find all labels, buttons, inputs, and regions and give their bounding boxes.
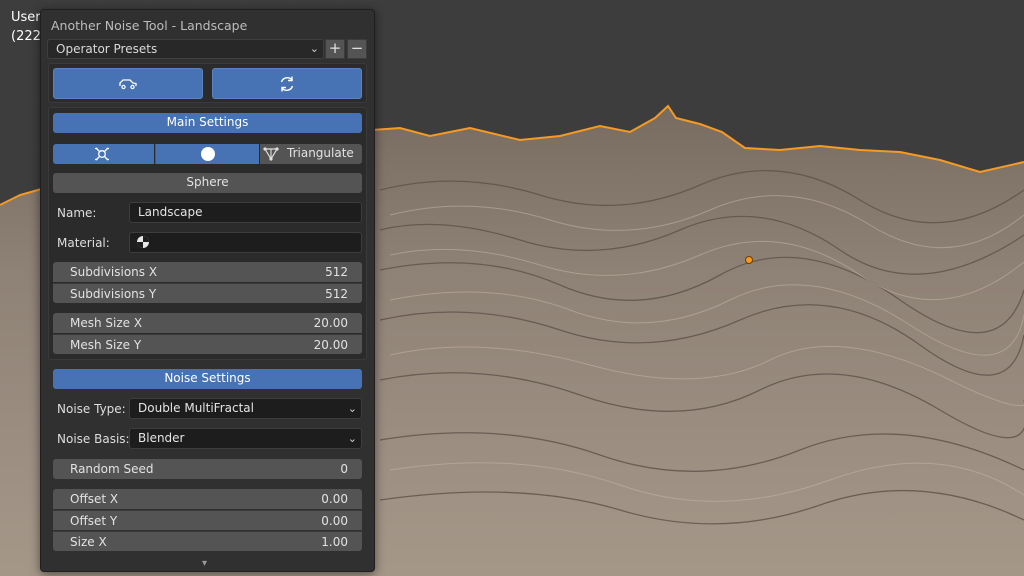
noise-type-value: Double MultiFractal bbox=[138, 401, 254, 415]
chevron-down-icon: ⌄ bbox=[347, 402, 357, 415]
offset-x-field[interactable]: Offset X 0.00 bbox=[53, 489, 362, 509]
mesh-size-y-label: Mesh Size Y bbox=[70, 338, 142, 352]
subdivisions-y-value: 512 bbox=[325, 287, 348, 301]
main-settings-tab[interactable]: Main Settings bbox=[53, 113, 362, 133]
random-seed-field[interactable]: Random Seed 0 bbox=[53, 459, 362, 479]
noise-settings-tab[interactable]: Noise Settings bbox=[53, 369, 362, 389]
remove-preset-button[interactable]: − bbox=[347, 39, 367, 59]
operator-presets-dropdown[interactable]: Operator Presets ⌄ bbox=[47, 39, 324, 59]
sphere-mode-button[interactable] bbox=[155, 144, 259, 164]
car-icon bbox=[119, 78, 137, 89]
name-field[interactable]: Landscape bbox=[129, 202, 362, 223]
offset-x-value: 0.00 bbox=[321, 492, 348, 506]
random-seed-value: 0 bbox=[340, 462, 348, 476]
subdivisions-x-field[interactable]: Subdivisions X 512 bbox=[53, 262, 362, 282]
triangulate-icon bbox=[263, 147, 279, 161]
triangulate-toggle[interactable]: Triangulate bbox=[260, 144, 362, 164]
material-icon bbox=[137, 236, 149, 248]
noise-type-dropdown[interactable]: Double MultiFractal ⌄ bbox=[129, 398, 362, 419]
chevron-down-icon: ⌄ bbox=[309, 42, 319, 55]
chevron-down-icon: ⌄ bbox=[347, 432, 357, 445]
scroll-down-indicator[interactable]: ▾ bbox=[202, 558, 207, 569]
material-label: Material: bbox=[57, 236, 110, 250]
refresh-button[interactable] bbox=[53, 68, 203, 99]
regenerate-button[interactable] bbox=[212, 68, 362, 99]
size-x-value: 1.00 bbox=[321, 535, 348, 549]
operator-presets-value: Operator Presets bbox=[56, 42, 158, 56]
offset-x-label: Offset X bbox=[70, 492, 119, 506]
landscape-mode-button[interactable] bbox=[53, 144, 154, 164]
offset-y-value: 0.00 bbox=[321, 514, 348, 528]
subdivisions-x-label: Subdivisions X bbox=[70, 265, 158, 279]
mesh-size-x-label: Mesh Size X bbox=[70, 316, 143, 330]
material-field[interactable] bbox=[129, 232, 362, 253]
subdivisions-x-value: 512 bbox=[325, 265, 348, 279]
offset-y-label: Offset Y bbox=[70, 514, 118, 528]
size-x-field[interactable]: Size X 1.00 bbox=[53, 531, 362, 551]
size-x-label: Size X bbox=[70, 535, 107, 549]
noise-basis-value: Blender bbox=[138, 431, 185, 445]
operator-panel: Another Noise Tool - Landscape Operator … bbox=[40, 9, 375, 572]
name-value: Landscape bbox=[138, 205, 203, 219]
action-buttons-box bbox=[48, 63, 367, 103]
noise-basis-label: Noise Basis: bbox=[57, 432, 130, 446]
mesh-size-x-value: 20.00 bbox=[313, 316, 348, 330]
sphere-icon bbox=[201, 147, 215, 161]
noise-type-label: Noise Type: bbox=[57, 402, 126, 416]
triangulate-label: Triangulate bbox=[287, 146, 354, 160]
random-seed-label: Random Seed bbox=[70, 462, 154, 476]
sphere-button[interactable]: Sphere bbox=[53, 173, 362, 193]
noise-basis-dropdown[interactable]: Blender ⌄ bbox=[129, 428, 362, 449]
panel-title: Another Noise Tool - Landscape bbox=[51, 18, 248, 33]
view-mode-label: User bbox=[11, 10, 41, 25]
mesh-size-y-field[interactable]: Mesh Size Y 20.00 bbox=[53, 334, 362, 354]
offset-y-field[interactable]: Offset Y 0.00 bbox=[53, 510, 362, 530]
landscape-icon bbox=[95, 147, 109, 161]
mesh-size-x-field[interactable]: Mesh Size X 20.00 bbox=[53, 313, 362, 333]
subdivisions-y-label: Subdivisions Y bbox=[70, 287, 157, 301]
mesh-size-y-value: 20.00 bbox=[313, 338, 348, 352]
name-label: Name: bbox=[57, 206, 97, 220]
subdivisions-y-field[interactable]: Subdivisions Y 512 bbox=[53, 283, 362, 303]
add-preset-button[interactable]: + bbox=[325, 39, 345, 59]
reload-icon bbox=[280, 76, 294, 91]
